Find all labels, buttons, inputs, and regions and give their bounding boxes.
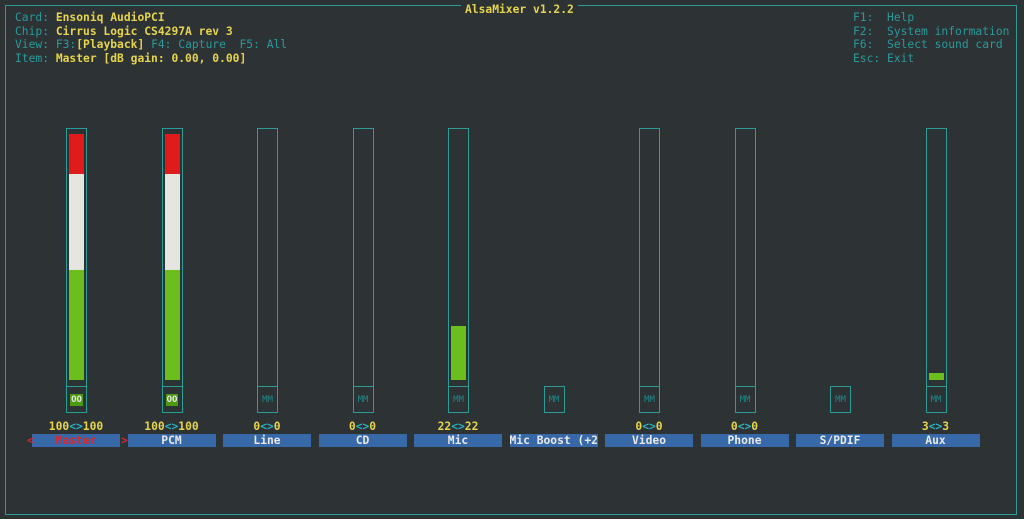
control-label[interactable]: PCM [127,434,216,447]
control-label[interactable]: Video [605,434,693,447]
level-bar-low [164,270,180,380]
control-mic[interactable]: MM 22<>22 Mic [410,0,506,519]
volume-slider[interactable] [352,128,374,387]
level-bar-high [164,134,180,174]
control-label[interactable]: Master [32,434,120,447]
level-bar-mid [164,174,180,270]
volume-slider[interactable] [639,128,660,387]
volume-value: 3<>3 [921,420,950,433]
control-label[interactable]: S/PDIF [796,434,884,447]
control-label[interactable]: CD [318,434,407,447]
control-mic-boost-2[interactable]: MM Mic Boost (+2 [506,0,602,519]
mute-toggle[interactable]: MM [448,386,469,413]
volume-slider[interactable] [257,128,278,387]
control-label[interactable]: Aux [891,434,980,447]
control-label[interactable]: Line [223,434,311,447]
volume-value: 0<>0 [730,420,759,433]
mute-toggle[interactable]: MM [543,386,565,413]
mute-toggle[interactable]: MM [830,386,851,413]
selection-left-marker: < [27,434,34,447]
level-bar-low [69,270,84,380]
control-s-pdif[interactable]: MM S/PDIF [792,0,888,519]
volume-slider[interactable] [448,128,469,387]
control-label[interactable]: Mic [414,434,502,447]
control-video[interactable]: MM 0<>0 Video [601,0,697,519]
level-bar-mid [69,174,84,270]
volume-value: 100<>100 [48,420,104,433]
volume-value: 22<>22 [437,420,479,433]
volume-slider[interactable] [734,128,756,387]
volume-slider[interactable] [161,128,183,387]
control-line[interactable]: MM 0<>0 Line [219,0,315,519]
mute-toggle[interactable]: MM [639,386,660,413]
volume-slider[interactable] [925,128,947,387]
level-bar-low [928,373,944,380]
volume-value: 0<>0 [635,420,663,433]
volume-value: 0<>0 [253,420,281,433]
mute-toggle[interactable]: MM [257,386,278,413]
level-bar-low [451,326,466,380]
mute-toggle[interactable]: MM [734,386,756,413]
control-label[interactable]: Mic Boost (+2 [509,434,598,447]
volume-value: 100<>100 [144,420,199,433]
volume-value: 0<>0 [348,420,377,433]
control-pcm[interactable]: OO 100<>100 PCM [124,0,220,519]
mute-toggle[interactable]: OO [66,386,87,413]
control-label[interactable]: Phone [700,434,789,447]
mute-toggle[interactable]: MM [925,386,947,413]
control-phone[interactable]: MM 0<>0 Phone [697,0,793,519]
level-bar-high [69,134,84,174]
control-cd[interactable]: MM 0<>0 CD [315,0,411,519]
volume-slider[interactable] [66,128,87,387]
control-master[interactable]: OO 100<>100 Master < > [27,0,128,519]
mute-toggle[interactable]: MM [352,386,374,413]
mute-toggle[interactable]: OO [161,386,183,413]
control-aux[interactable]: MM 3<>3 Aux [888,0,984,519]
